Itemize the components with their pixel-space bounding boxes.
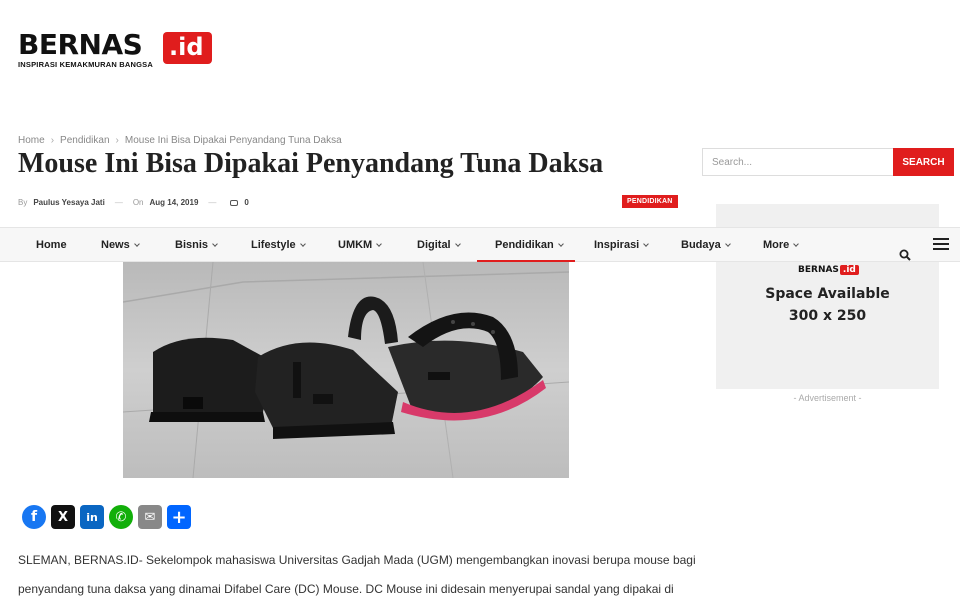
breadcrumb-category[interactable]: Pendidikan bbox=[60, 135, 109, 146]
nav-label: Home bbox=[36, 239, 67, 251]
nav-item-pendidikan[interactable]: Pendidikan bbox=[477, 228, 575, 262]
nav-item-budaya[interactable]: Budaya bbox=[681, 228, 731, 262]
article-featured-image[interactable] bbox=[123, 262, 569, 478]
main-navigation: Home News Bisnis Lifestyle UMKM Digital … bbox=[0, 227, 960, 262]
featured-image-graphic bbox=[123, 262, 569, 478]
article-paragraph-line: SLEMAN, BERNAS.ID- Sekelompok mahasiswa … bbox=[18, 553, 696, 567]
search-button[interactable]: SEARCH bbox=[893, 148, 954, 176]
share-icon[interactable]: + bbox=[167, 505, 191, 529]
nav-label: News bbox=[101, 239, 130, 251]
breadcrumb-separator-icon: › bbox=[115, 135, 119, 146]
nav-label: UMKM bbox=[338, 239, 373, 251]
article-paragraph-line: penyandang tuna daksa yang dinamai Difab… bbox=[18, 582, 674, 596]
facebook-icon[interactable]: f bbox=[22, 505, 46, 529]
nav-item-more[interactable]: More bbox=[763, 228, 800, 262]
nav-item-bisnis[interactable]: Bisnis bbox=[175, 228, 218, 262]
ad-logo-badge: .id bbox=[839, 265, 859, 275]
chevron-down-icon bbox=[724, 241, 731, 247]
breadcrumb-separator-icon: › bbox=[50, 135, 55, 146]
nav-item-lifestyle[interactable]: Lifestyle bbox=[251, 228, 306, 262]
hamburger-line bbox=[933, 248, 949, 250]
hamburger-line bbox=[933, 238, 949, 240]
share-bar: f X in ✆ ✉ + bbox=[22, 505, 191, 529]
nav-label: Pendidikan bbox=[495, 239, 554, 251]
nav-item-inspirasi[interactable]: Inspirasi bbox=[594, 228, 650, 262]
chevron-down-icon bbox=[299, 241, 306, 247]
search-input[interactable] bbox=[702, 148, 893, 176]
search-icon[interactable] bbox=[899, 249, 911, 261]
site-logo[interactable]: BERNAS .id INSPIRASI KEMAKMURAN BANGSA bbox=[18, 30, 218, 70]
logo-badge: .id bbox=[163, 32, 212, 64]
linkedin-icon[interactable]: in bbox=[80, 505, 104, 529]
logo-tagline: INSPIRASI KEMAKMURAN BANGSA bbox=[18, 60, 153, 69]
breadcrumb: Home › Pendidikan › Mouse Ini Bisa Dipak… bbox=[18, 135, 342, 146]
hamburger-line bbox=[933, 243, 949, 245]
ad-logo: BERNAS .id bbox=[798, 265, 859, 275]
nav-item-digital[interactable]: Digital bbox=[417, 228, 461, 262]
nav-label: Budaya bbox=[681, 239, 721, 251]
category-badge[interactable]: PENDIDIKAN bbox=[622, 195, 678, 208]
nav-label: Inspirasi bbox=[594, 239, 640, 251]
search-form: SEARCH bbox=[702, 148, 954, 176]
nav-item-umkm[interactable]: UMKM bbox=[338, 228, 383, 262]
chevron-down-icon bbox=[643, 241, 650, 247]
nav-item-news[interactable]: News bbox=[101, 228, 140, 262]
breadcrumb-home[interactable]: Home bbox=[18, 135, 45, 146]
article-body: SLEMAN, BERNAS.ID- Sekelompok mahasiswa … bbox=[18, 546, 698, 600]
meta-divider: — bbox=[114, 198, 123, 207]
advertisement-caption: - Advertisement - bbox=[793, 393, 862, 403]
ad-headline: Space Available bbox=[765, 286, 890, 302]
comment-count[interactable]: 0 bbox=[244, 198, 248, 207]
publish-date: Aug 14, 2019 bbox=[149, 198, 199, 207]
hamburger-menu-icon[interactable] bbox=[933, 238, 949, 250]
nav-item-home[interactable]: Home bbox=[36, 228, 67, 262]
chevron-down-icon bbox=[133, 241, 140, 247]
chevron-down-icon bbox=[212, 241, 218, 247]
comment-icon[interactable] bbox=[230, 199, 239, 206]
ad-size: 300 x 250 bbox=[788, 308, 867, 324]
chevron-down-icon bbox=[793, 241, 800, 247]
by-label: By bbox=[18, 198, 28, 207]
ad-logo-main: BERNAS bbox=[798, 265, 839, 275]
nav-label: Bisnis bbox=[175, 239, 209, 251]
chevron-down-icon bbox=[376, 241, 383, 247]
author-link[interactable]: Paulus Yesaya Jati bbox=[33, 198, 104, 207]
article-meta: By Paulus Yesaya Jati — On Aug 14, 2019 … bbox=[18, 198, 249, 207]
nav-label: Digital bbox=[417, 239, 451, 251]
breadcrumb-current: Mouse Ini Bisa Dipakai Penyandang Tuna D… bbox=[124, 135, 342, 146]
page-title: Mouse Ini Bisa Dipakai Penyandang Tuna D… bbox=[18, 148, 604, 179]
nav-label: Lifestyle bbox=[251, 239, 296, 251]
logo-wordmark: BERNAS bbox=[18, 28, 143, 61]
meta-divider: — bbox=[208, 198, 217, 207]
whatsapp-icon[interactable]: ✆ bbox=[109, 505, 133, 529]
chevron-down-icon bbox=[454, 241, 461, 247]
email-icon[interactable]: ✉ bbox=[138, 505, 162, 529]
x-icon[interactable]: X bbox=[51, 505, 75, 529]
chevron-down-icon bbox=[557, 241, 564, 247]
nav-label: More bbox=[763, 239, 790, 251]
on-label: On bbox=[132, 198, 144, 207]
